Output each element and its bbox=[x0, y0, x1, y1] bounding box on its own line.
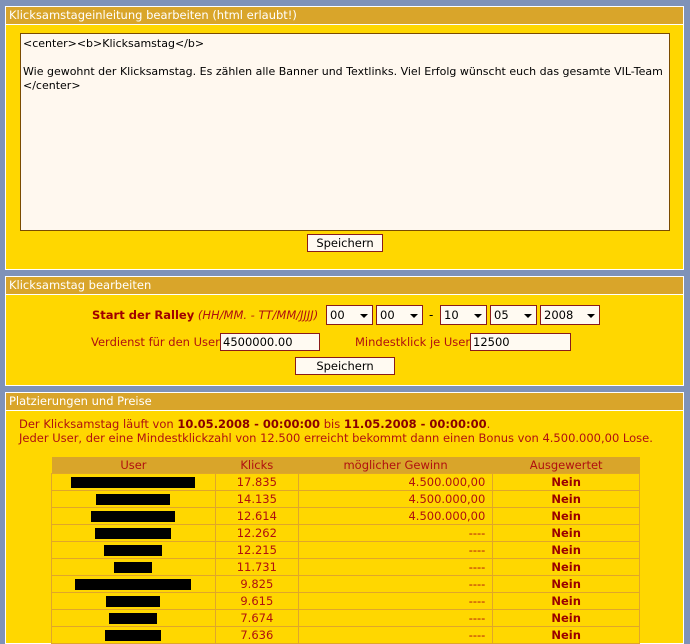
run-period-mid: bis bbox=[323, 417, 341, 431]
start-format-hint: (HH/MM. - TT/MM/JJJJ) bbox=[197, 308, 319, 322]
chevron-down-icon bbox=[410, 314, 418, 318]
evaluated-cell: Nein bbox=[492, 558, 640, 576]
ranking-panel: Platzierungen und Preise Der Klicksamsta… bbox=[5, 392, 684, 644]
intro-panel-title: Klicksamstageinleitung bearbeiten (html … bbox=[6, 7, 683, 25]
start-label-text: Start der Ralley bbox=[92, 308, 195, 322]
prize-cell: ---- bbox=[297, 524, 494, 542]
minclick-input[interactable]: 12500 bbox=[470, 333, 571, 351]
redacted-username bbox=[51, 473, 216, 491]
hour-value: 00 bbox=[330, 308, 345, 322]
table-row: 9.615 ---- Nein bbox=[51, 592, 640, 610]
col-prize: möglicher Gewinn bbox=[298, 457, 493, 474]
table-row: 7.674 ---- Nein bbox=[51, 609, 640, 627]
day-value: 10 bbox=[444, 308, 459, 322]
redacted-username bbox=[51, 592, 216, 610]
table-row: 12.262 ---- Nein bbox=[51, 524, 640, 542]
table-row: 9.825 ---- Nein bbox=[51, 575, 640, 593]
ranking-header-row: User Klicks möglicher Gewinn Ausgewertet bbox=[51, 457, 640, 474]
prize-cell: 4.500.000,00 bbox=[297, 507, 494, 525]
prize-cell: 4.500.000,00 bbox=[297, 473, 494, 491]
prize-cell: ---- bbox=[297, 609, 494, 627]
redacted-username bbox=[51, 541, 216, 559]
evaluated-cell: Nein bbox=[492, 473, 640, 491]
clicks-cell: 9.615 bbox=[214, 592, 299, 610]
redacted-username bbox=[51, 490, 216, 508]
table-row: 11.731 ---- Nein bbox=[51, 558, 640, 576]
ranking-panel-title: Platzierungen und Preise bbox=[6, 393, 683, 411]
prize-cell: ---- bbox=[297, 541, 494, 559]
evaluated-cell: Nein bbox=[492, 626, 640, 644]
prize-cell: ---- bbox=[297, 558, 494, 576]
table-row: 14.135 4.500.000,00 Nein bbox=[51, 490, 640, 508]
hour-select[interactable]: 00 bbox=[326, 305, 373, 325]
run-period-text: Der Klicksamstag läuft von 10.05.2008 - … bbox=[19, 417, 490, 432]
minute-value: 00 bbox=[380, 308, 395, 322]
minclick-label: Mindestklick je User: bbox=[355, 335, 474, 349]
bonus-info-text: Jeder User, der eine Mindestklickzahl vo… bbox=[19, 431, 653, 445]
clicks-cell: 12.215 bbox=[214, 541, 299, 559]
prize-cell: 4.500.000,00 bbox=[297, 490, 494, 508]
chevron-down-icon bbox=[587, 314, 595, 318]
month-value: 05 bbox=[494, 308, 509, 322]
run-period-suffix: . bbox=[486, 417, 491, 431]
run-period-prefix: Der Klicksamstag läuft von bbox=[19, 417, 174, 431]
prize-cell: ---- bbox=[297, 592, 494, 610]
intro-textarea[interactable]: <center><b>Klicksamstag</b> Wie gewohnt … bbox=[20, 33, 670, 231]
clicks-cell: 12.614 bbox=[214, 507, 299, 525]
day-select[interactable]: 10 bbox=[440, 305, 487, 325]
month-select[interactable]: 05 bbox=[490, 305, 537, 325]
edit-panel: Klicksamstag bearbeiten Start der Ralley… bbox=[5, 276, 684, 386]
evaluated-cell: Nein bbox=[492, 609, 640, 627]
chevron-down-icon bbox=[474, 314, 482, 318]
evaluated-cell: Nein bbox=[492, 592, 640, 610]
clicks-cell: 14.135 bbox=[214, 490, 299, 508]
clicks-cell: 12.262 bbox=[214, 524, 299, 542]
table-row: 7.636 ---- Nein bbox=[51, 626, 640, 644]
year-value: 2008 bbox=[544, 308, 574, 322]
redacted-username bbox=[51, 626, 216, 644]
col-clicks: Klicks bbox=[215, 457, 299, 474]
redacted-username bbox=[51, 507, 216, 525]
run-end: 11.05.2008 - 00:00:00 bbox=[343, 417, 487, 431]
col-user: User bbox=[51, 457, 216, 474]
evaluated-cell: Nein bbox=[492, 541, 640, 559]
prize-cell: ---- bbox=[297, 626, 494, 644]
evaluated-cell: Nein bbox=[492, 524, 640, 542]
col-evaluated: Ausgewertet bbox=[492, 457, 640, 474]
redacted-username bbox=[51, 524, 216, 542]
table-row: 12.215 ---- Nein bbox=[51, 541, 640, 559]
start-label: Start der Ralley (HH/MM. - TT/MM/JJJJ) bbox=[92, 308, 318, 322]
evaluated-cell: Nein bbox=[492, 575, 640, 593]
clicks-cell: 11.731 bbox=[214, 558, 299, 576]
redacted-username bbox=[51, 609, 216, 627]
save-settings-button[interactable]: Speichern bbox=[295, 357, 395, 375]
clicks-cell: 7.674 bbox=[214, 609, 299, 627]
minute-select[interactable]: 00 bbox=[376, 305, 423, 325]
run-start: 10.05.2008 - 00:00:00 bbox=[177, 417, 321, 431]
save-intro-button[interactable]: Speichern bbox=[307, 234, 383, 252]
clicks-cell: 7.636 bbox=[214, 626, 299, 644]
clicks-cell: 9.825 bbox=[214, 575, 299, 593]
edit-panel-title: Klicksamstag bearbeiten bbox=[6, 277, 683, 295]
earnings-input[interactable]: 4500000.00 bbox=[220, 333, 320, 351]
chevron-down-icon bbox=[524, 314, 532, 318]
clicks-cell: 17.835 bbox=[214, 473, 299, 491]
intro-panel: Klicksamstageinleitung bearbeiten (html … bbox=[5, 6, 684, 270]
year-select[interactable]: 2008 bbox=[540, 305, 600, 325]
evaluated-cell: Nein bbox=[492, 490, 640, 508]
redacted-username bbox=[51, 575, 216, 593]
earnings-label: Verdienst für den User: bbox=[91, 335, 224, 349]
table-row: 17.835 4.500.000,00 Nein bbox=[51, 473, 640, 491]
redacted-username bbox=[51, 558, 216, 576]
chevron-down-icon bbox=[360, 314, 368, 318]
prize-cell: ---- bbox=[297, 575, 494, 593]
table-row: 12.614 4.500.000,00 Nein bbox=[51, 507, 640, 525]
date-separator: - bbox=[429, 308, 434, 322]
evaluated-cell: Nein bbox=[492, 507, 640, 525]
ranking-table: User Klicks möglicher Gewinn Ausgewertet… bbox=[51, 457, 640, 644]
